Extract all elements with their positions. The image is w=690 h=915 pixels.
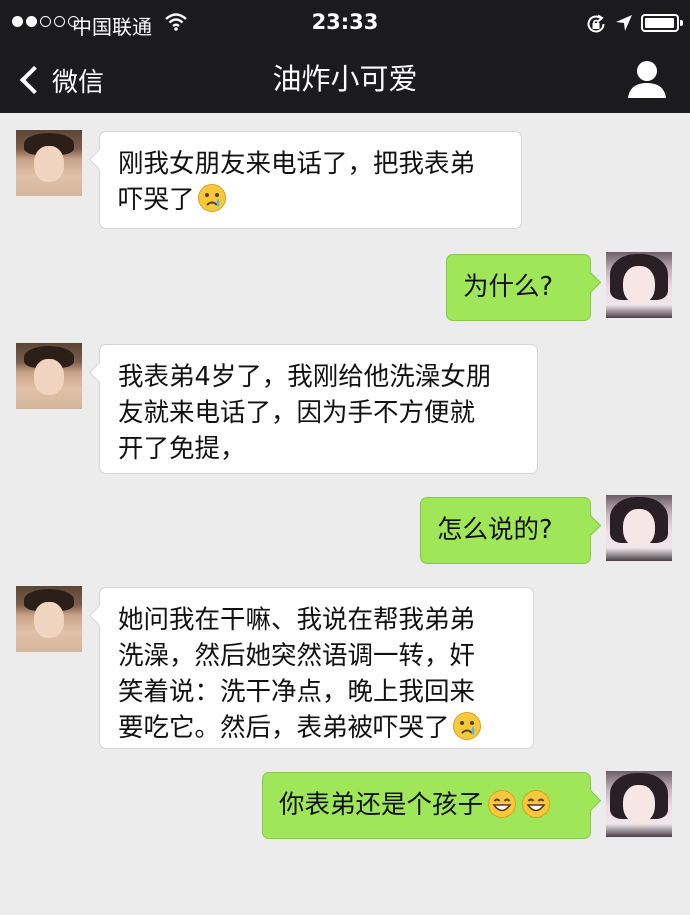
- message-bubble-outgoing[interactable]: 怎么说的?: [420, 497, 591, 564]
- contact-avatar[interactable]: [16, 586, 82, 652]
- message-bubble-incoming[interactable]: 刚我女朋友来电话了，把我表弟 吓哭了: [99, 131, 522, 229]
- message-text: 你表弟还是个孩子: [279, 790, 484, 820]
- message-text: 笑着说：洗干净点，晚上我回来: [118, 677, 476, 707]
- my-avatar[interactable]: [606, 252, 672, 318]
- rotation-lock-icon: [585, 13, 607, 39]
- message-text: 吓哭了: [118, 185, 195, 215]
- chat-title: 油炸小可爱: [272, 62, 418, 96]
- message-text: 我表弟4岁了，我刚给他洗澡女朋: [118, 362, 492, 392]
- contact-avatar[interactable]: [16, 343, 82, 409]
- contact-avatar[interactable]: [16, 130, 82, 196]
- battery-icon: [641, 14, 683, 32]
- grinning-face-icon: [487, 789, 517, 829]
- message-text: 要吃它。然后，表弟被吓哭了: [118, 713, 450, 743]
- chat-header: 微信 油炸小可爱: [0, 46, 690, 113]
- message-text: 刚我女朋友来电话了，把我表弟: [118, 149, 476, 179]
- my-avatar[interactable]: [606, 495, 672, 561]
- crying-face-icon: [197, 183, 227, 223]
- message-text: 她问我在干嘛、我说在帮我弟弟: [118, 605, 476, 635]
- location-arrow-icon: [614, 13, 634, 37]
- message-bubble-incoming[interactable]: 我表弟4岁了，我刚给他洗澡女朋 友就来电话了，因为手不方便就 开了免提，: [99, 344, 538, 474]
- message-text: 开了免提，: [118, 434, 246, 464]
- message-text: 友就来电话了，因为手不方便就: [118, 398, 476, 428]
- message-bubble-outgoing[interactable]: 你表弟还是个孩子: [262, 772, 591, 839]
- message-text: 怎么说的?: [437, 515, 553, 545]
- message-bubble-incoming[interactable]: 她问我在干嘛、我说在帮我弟弟 洗澡，然后她突然语调一转，奸 笑着说：洗干净点，晚…: [99, 587, 534, 749]
- message-text: 洗澡，然后她突然语调一转，奸: [118, 641, 476, 671]
- message-text: 为什么?: [463, 272, 554, 302]
- crying-face-icon: [452, 711, 482, 751]
- grinning-face-icon: [521, 789, 551, 829]
- my-avatar[interactable]: [606, 771, 672, 837]
- person-icon[interactable]: [624, 58, 670, 102]
- status-bar: 中国联通 23:33: [0, 0, 690, 46]
- message-bubble-outgoing[interactable]: 为什么?: [446, 254, 591, 321]
